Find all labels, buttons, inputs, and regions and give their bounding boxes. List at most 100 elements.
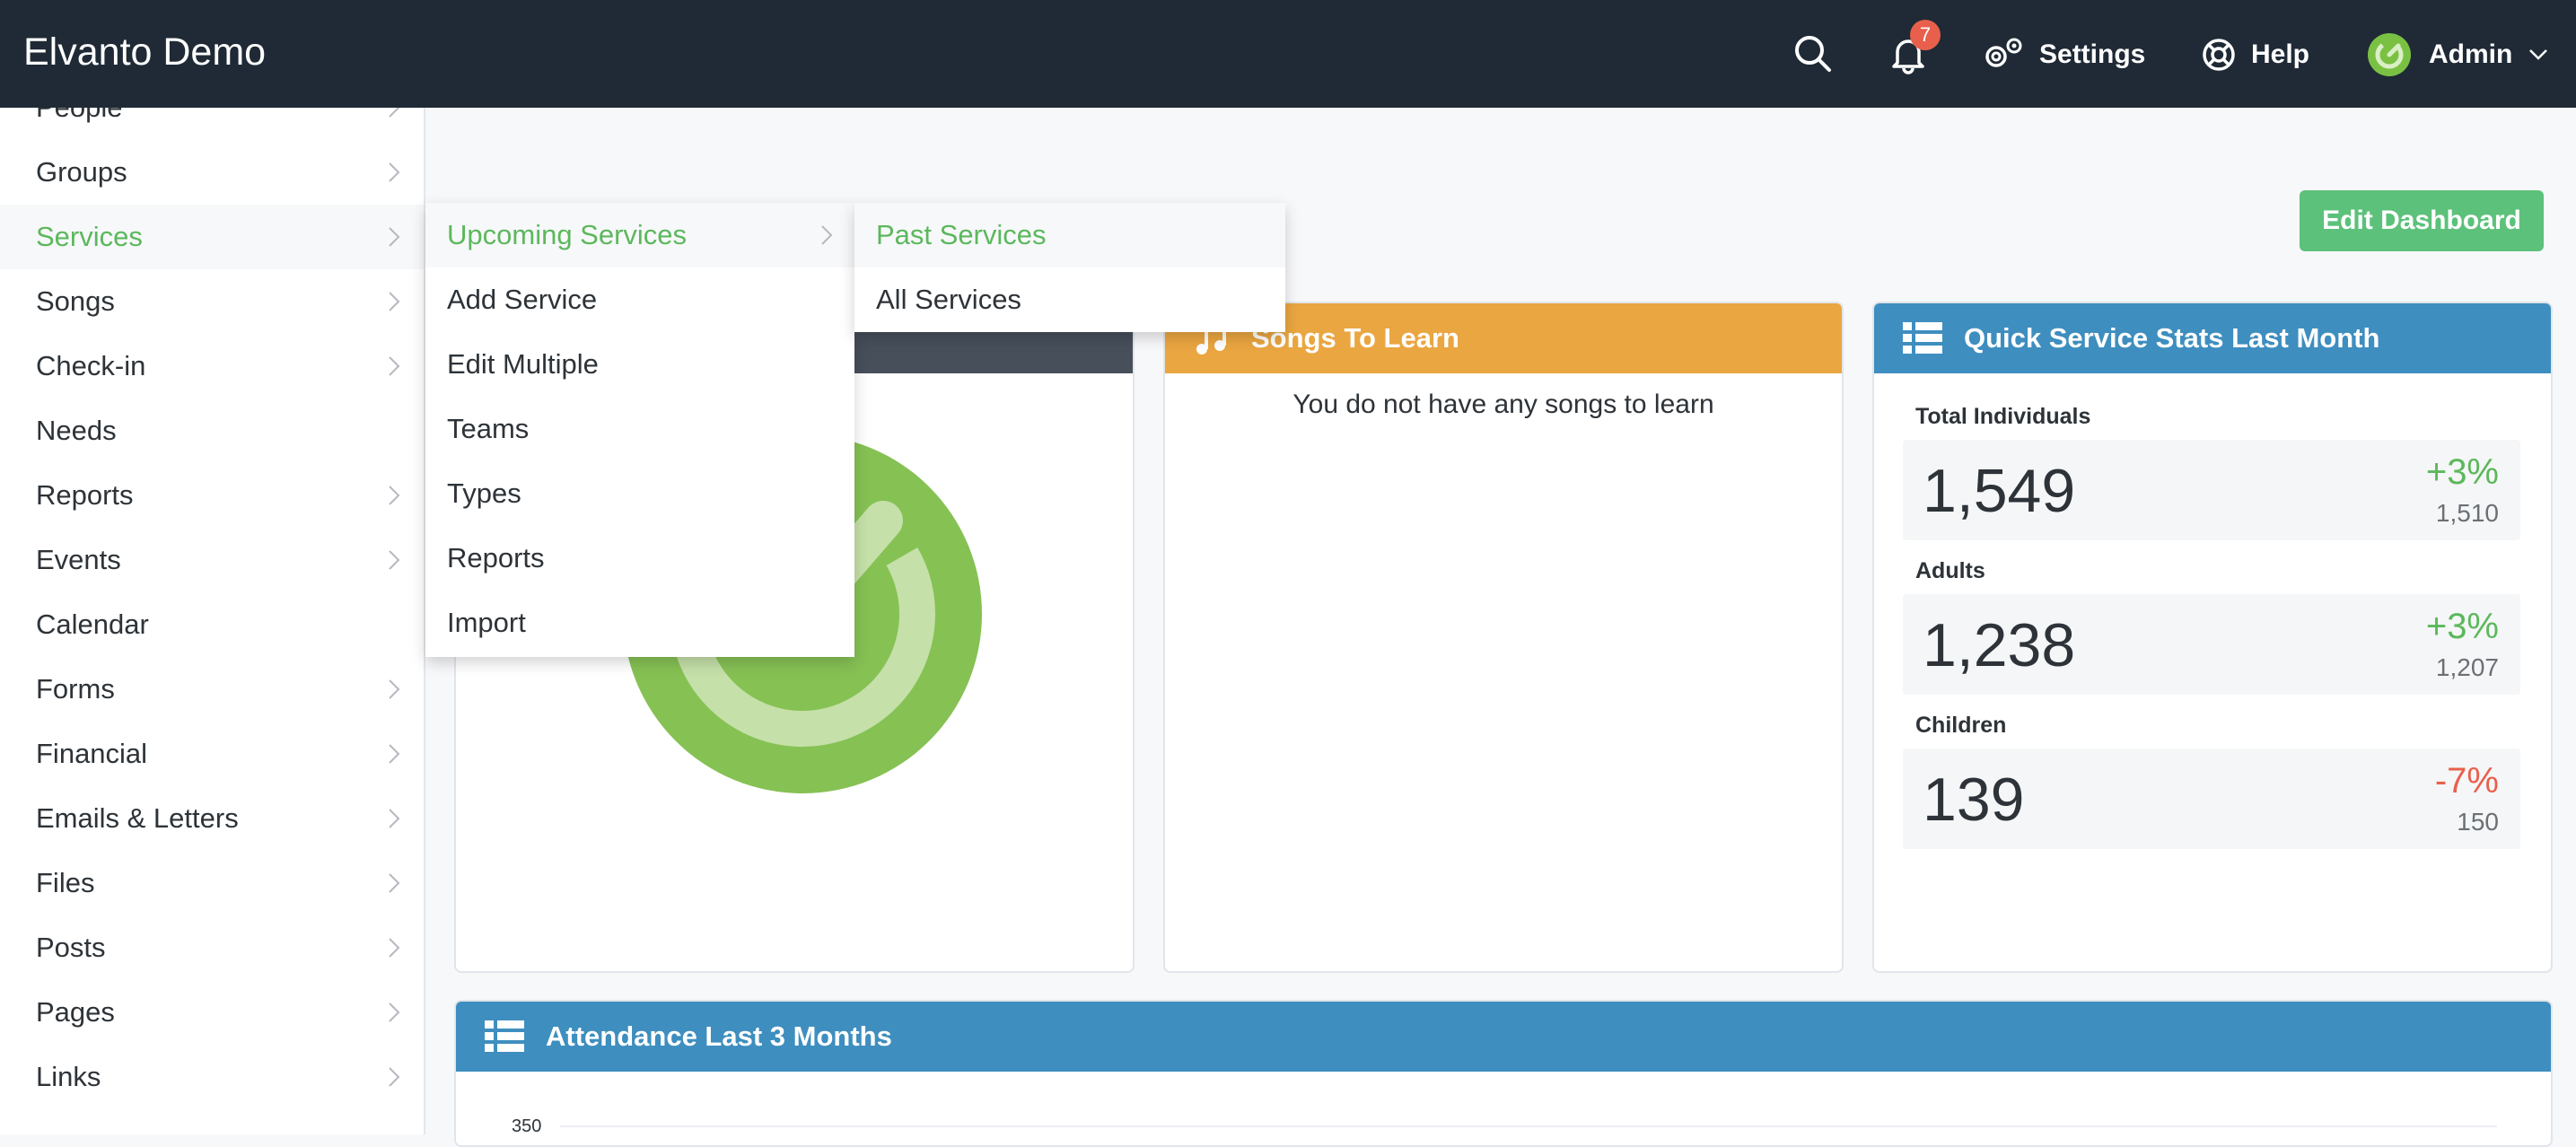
menu-item-label: Types bbox=[447, 477, 521, 509]
sidebar-item-links[interactable]: Links bbox=[0, 1045, 424, 1109]
menu-item-label: Past Services bbox=[876, 219, 1047, 250]
chevron-right-icon bbox=[389, 486, 400, 505]
stat-change: +3% bbox=[2425, 452, 2499, 492]
gears-icon bbox=[1985, 38, 2022, 67]
songs-to-learn-widget: Songs To Learn You do not have any songs… bbox=[1163, 302, 1844, 973]
chevron-right-icon bbox=[821, 225, 833, 245]
stat-previous: 1,207 bbox=[2435, 653, 2499, 681]
sidebar-item-label: Songs bbox=[36, 285, 115, 317]
sidebar-item-reports[interactable]: Reports bbox=[0, 463, 424, 528]
chevron-right-icon bbox=[389, 744, 400, 764]
chevron-right-icon bbox=[389, 1067, 400, 1087]
chevron-right-icon bbox=[389, 356, 400, 376]
notifications-count-badge: 7 bbox=[1910, 20, 1941, 50]
stat-change: +3% bbox=[2425, 607, 2499, 646]
chevron-right-icon bbox=[389, 162, 400, 182]
sidebar-item-label: Needs bbox=[36, 415, 117, 446]
menu-item-import[interactable]: Import bbox=[425, 591, 854, 655]
quick-service-stats-widget: Quick Service Stats Last Month Total Ind… bbox=[1872, 302, 2553, 973]
help-label: Help bbox=[2251, 39, 2310, 69]
menu-item-reports[interactable]: Reports bbox=[425, 526, 854, 591]
stat-value: 1,238 bbox=[1923, 611, 2076, 679]
menu-item-add-service[interactable]: Add Service bbox=[425, 267, 854, 332]
chevron-right-icon bbox=[389, 679, 400, 699]
app-brand[interactable]: Elvanto Demo bbox=[23, 31, 266, 74]
admin-user-menu[interactable]: Admin bbox=[2368, 30, 2563, 80]
menu-item-types[interactable]: Types bbox=[425, 461, 854, 526]
sidebar-item-label: Posts bbox=[36, 932, 106, 963]
menu-item-label: Upcoming Services bbox=[447, 219, 688, 250]
chevron-right-icon bbox=[389, 550, 400, 570]
chevron-right-icon bbox=[389, 809, 400, 828]
sidebar-item-label: Forms bbox=[36, 673, 115, 705]
sidebar-item-groups[interactable]: Groups bbox=[0, 140, 424, 205]
menu-item-all-services[interactable]: All Services bbox=[854, 267, 1285, 332]
menu-item-label: Teams bbox=[447, 413, 530, 444]
sidebar-item-label: Emails & Letters bbox=[36, 802, 239, 834]
sidebar-item-label: Services bbox=[36, 221, 143, 252]
sidebar-item-posts[interactable]: Posts bbox=[0, 915, 424, 980]
menu-item-label: Import bbox=[447, 607, 526, 638]
stat-previous: 150 bbox=[2457, 808, 2499, 836]
sidebar-item-emails-letters[interactable]: Emails & Letters bbox=[0, 786, 424, 851]
sidebar-item-calendar[interactable]: Calendar bbox=[0, 592, 424, 657]
help-menu[interactable]: Help bbox=[2201, 30, 2309, 80]
chevron-down-icon bbox=[2529, 49, 2548, 60]
menu-item-edit-multiple[interactable]: Edit Multiple bbox=[425, 332, 854, 397]
list-icon bbox=[1903, 322, 1942, 354]
upcoming-services-submenu: Past Services All Services bbox=[854, 203, 1285, 332]
sidebar-item-label: People bbox=[36, 108, 123, 124]
sidebar-navigation: People Groups Services Songs Check-in Ne… bbox=[0, 108, 425, 1134]
stat-previous: 1,510 bbox=[2435, 499, 2499, 527]
sidebar-item-label: Groups bbox=[36, 156, 127, 188]
sidebar-item-check-in[interactable]: Check-in bbox=[0, 334, 424, 398]
stat-children: 139 -7% 150 bbox=[1903, 749, 2520, 849]
settings-label: Settings bbox=[2039, 39, 2146, 69]
sidebar-item-label: Pages bbox=[36, 996, 115, 1028]
sidebar-item-events[interactable]: Events bbox=[0, 528, 424, 592]
stat-adults: 1,238 +3% 1,207 bbox=[1903, 594, 2520, 695]
stats-widget-header: Quick Service Stats Last Month bbox=[1874, 303, 2551, 373]
sidebar-item-financial[interactable]: Financial bbox=[0, 722, 424, 786]
stat-total-individuals: 1,549 +3% 1,510 bbox=[1903, 440, 2520, 540]
stat-label-adults: Adults bbox=[1915, 558, 1985, 583]
sidebar-item-songs[interactable]: Songs bbox=[0, 269, 424, 334]
sidebar-item-label: Calendar bbox=[36, 609, 149, 640]
top-navigation-bar: Elvanto Demo 7 Settings Help Admin bbox=[0, 0, 2576, 108]
sidebar-item-pages[interactable]: Pages bbox=[0, 980, 424, 1045]
menu-item-past-services[interactable]: Past Services bbox=[854, 203, 1285, 267]
chevron-right-icon bbox=[389, 1003, 400, 1022]
attendance-widget-header: Attendance Last 3 Months bbox=[456, 1002, 2551, 1072]
sidebar-item-label: Events bbox=[36, 544, 121, 575]
attendance-widget: Attendance Last 3 Months 350 bbox=[454, 1000, 2553, 1147]
settings-menu[interactable]: Settings bbox=[1980, 30, 2145, 80]
sidebar-item-files[interactable]: Files bbox=[0, 851, 424, 915]
menu-item-label: Edit Multiple bbox=[447, 348, 599, 380]
sidebar-item-label: Reports bbox=[36, 479, 134, 511]
attendance-widget-title: Attendance Last 3 Months bbox=[546, 1020, 892, 1052]
stat-value: 1,549 bbox=[1923, 457, 2076, 525]
sidebar-item-needs[interactable]: Needs bbox=[0, 398, 424, 463]
admin-label: Admin bbox=[2429, 39, 2513, 69]
sidebar-item-forms[interactable]: Forms bbox=[0, 657, 424, 722]
search-icon[interactable] bbox=[1792, 32, 1835, 75]
edit-dashboard-button[interactable]: Edit Dashboard bbox=[2300, 190, 2544, 251]
chevron-right-icon bbox=[389, 873, 400, 893]
chevron-right-icon bbox=[389, 108, 400, 118]
menu-item-teams[interactable]: Teams bbox=[425, 397, 854, 461]
list-icon bbox=[485, 1020, 524, 1052]
menu-item-label: Add Service bbox=[447, 284, 598, 315]
stat-label-total-individuals: Total Individuals bbox=[1915, 404, 2091, 429]
sidebar-item-people[interactable]: People bbox=[0, 108, 424, 140]
menu-item-label: Reports bbox=[447, 542, 545, 574]
chevron-right-icon bbox=[389, 227, 400, 247]
sidebar-item-label: Links bbox=[36, 1061, 101, 1092]
stats-widget-title: Quick Service Stats Last Month bbox=[1964, 322, 2380, 354]
services-submenu: Upcoming Services Add Service Edit Multi… bbox=[425, 203, 854, 657]
sidebar-item-services[interactable]: Services bbox=[0, 205, 424, 269]
menu-item-upcoming-services[interactable]: Upcoming Services bbox=[425, 203, 854, 267]
menu-item-label: All Services bbox=[876, 284, 1021, 315]
stat-label-children: Children bbox=[1915, 713, 2007, 738]
sidebar-item-label: Financial bbox=[36, 738, 148, 769]
lifebuoy-icon bbox=[2203, 39, 2235, 71]
